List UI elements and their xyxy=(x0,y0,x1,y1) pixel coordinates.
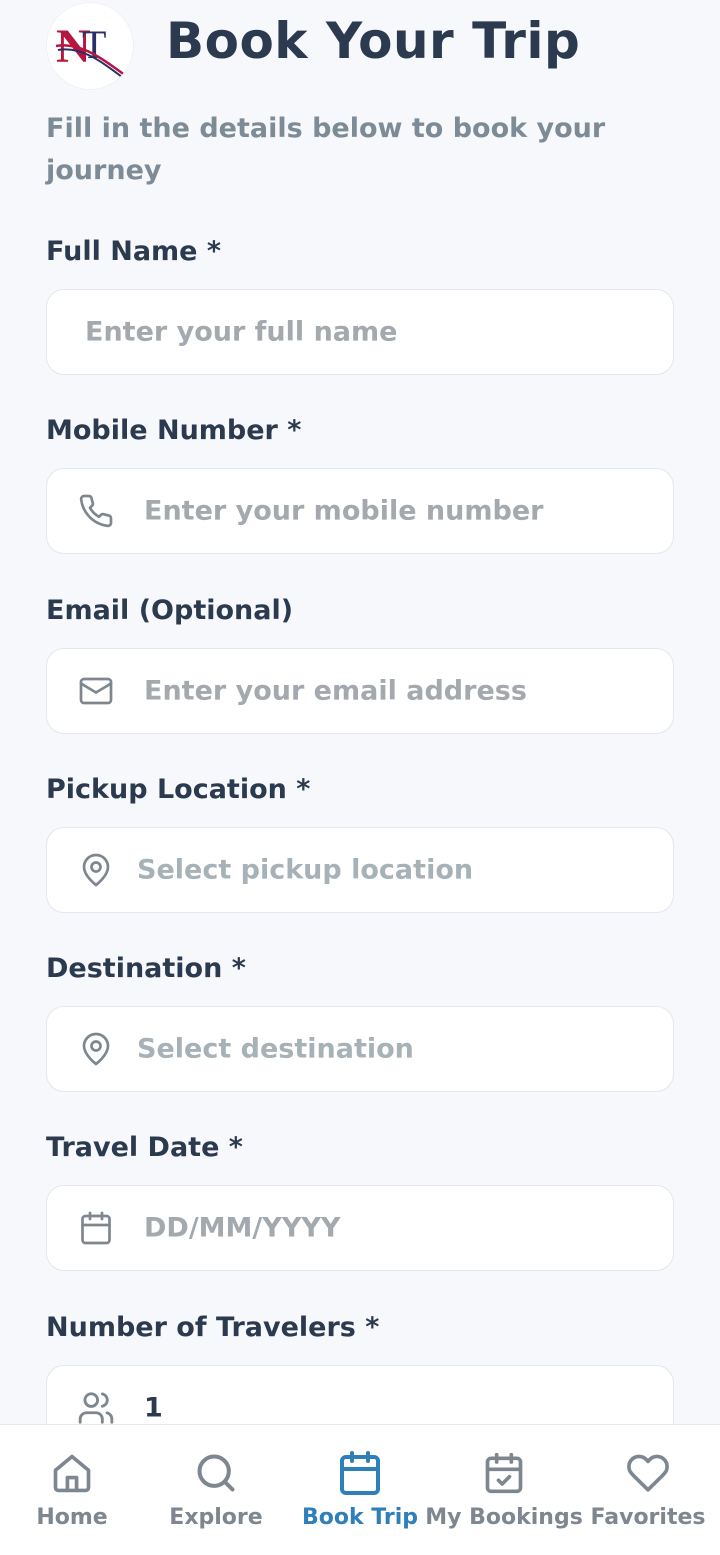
mobile-label: Mobile Number * xyxy=(46,415,302,446)
heart-icon xyxy=(626,1449,670,1497)
book-trip-screen: N T Book Your Trip Fill in the details b… xyxy=(0,0,720,1555)
location-pin-icon xyxy=(77,851,115,889)
bottom-nav: Home Explore Book Trip My Bookings Favor… xyxy=(0,1424,720,1555)
mail-icon xyxy=(77,672,115,710)
calendar-icon xyxy=(77,1209,115,1247)
search-icon xyxy=(194,1449,238,1497)
destination-placeholder: Select destination xyxy=(137,1033,414,1065)
logo-nt-mark: N T xyxy=(55,20,127,81)
nav-label-my-bookings: My Bookings xyxy=(425,1505,583,1530)
phone-icon xyxy=(77,492,115,530)
nav-item-home[interactable]: Home xyxy=(0,1425,144,1555)
users-icon xyxy=(77,1389,115,1427)
travel-date-field[interactable]: DD/MM/YYYY xyxy=(46,1185,674,1271)
calendar-check-icon xyxy=(482,1449,526,1497)
mobile-placeholder: Enter your mobile number xyxy=(144,495,544,527)
travel-date-placeholder: DD/MM/YYYY xyxy=(144,1212,341,1244)
home-icon xyxy=(50,1449,94,1497)
nav-label-book-trip: Book Trip xyxy=(301,1505,418,1530)
pickup-field[interactable]: Select pickup location xyxy=(46,827,674,913)
email-placeholder: Enter your email address xyxy=(144,675,527,707)
travelers-label: Number of Travelers * xyxy=(46,1312,380,1343)
nav-label-favorites: Favorites xyxy=(590,1505,706,1530)
page-subtitle: Fill in the details below to book your j… xyxy=(46,113,606,186)
nav-label-home: Home xyxy=(36,1505,108,1530)
full-name-label: Full Name * xyxy=(46,236,222,267)
destination-field[interactable]: Select destination xyxy=(46,1006,674,1092)
nav-item-favorites[interactable]: Favorites xyxy=(576,1425,720,1555)
email-label: Email (Optional) xyxy=(46,595,294,626)
destination-label: Destination * xyxy=(46,953,246,984)
nav-item-book-trip[interactable]: Book Trip xyxy=(288,1425,432,1555)
nav-item-explore[interactable]: Explore xyxy=(144,1425,288,1555)
location-pin-icon xyxy=(77,1030,115,1068)
brand-logo: N T xyxy=(46,2,134,90)
full-name-placeholder: Enter your full name xyxy=(85,316,398,348)
page-title: Book Your Trip xyxy=(166,12,581,70)
pickup-placeholder: Select pickup location xyxy=(137,854,474,886)
full-name-field[interactable]: Enter your full name xyxy=(46,289,674,375)
travelers-value: 1 xyxy=(144,1392,163,1424)
calendar-icon xyxy=(336,1449,384,1497)
travel-date-label: Travel Date * xyxy=(46,1132,243,1163)
nav-item-my-bookings[interactable]: My Bookings xyxy=(425,1425,583,1555)
mobile-field[interactable]: Enter your mobile number xyxy=(46,468,674,554)
pickup-label: Pickup Location * xyxy=(46,774,311,805)
nav-label-explore: Explore xyxy=(169,1505,263,1530)
email-field[interactable]: Enter your email address xyxy=(46,648,674,734)
